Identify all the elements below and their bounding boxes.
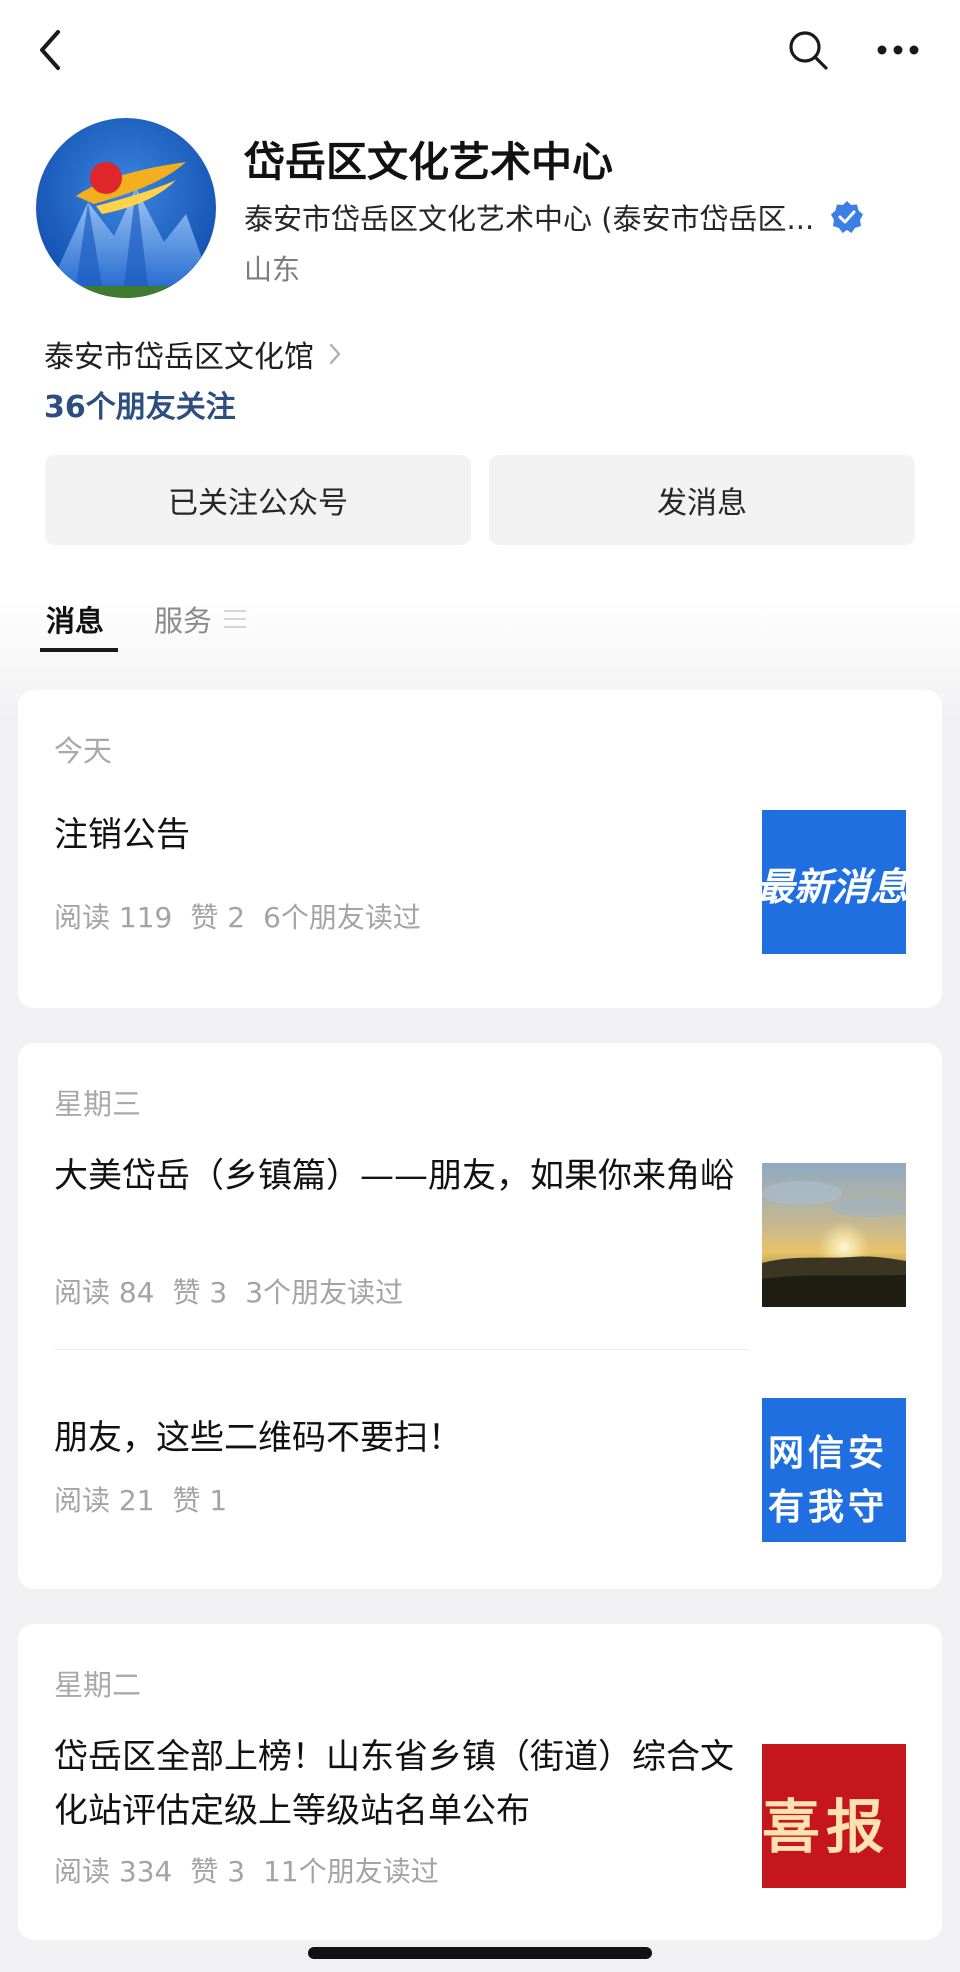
like-count: 赞 3 <box>190 1855 246 1888</box>
logo-sculpture-image <box>36 118 216 298</box>
thumbnail-text-line2: 有我守 <box>768 1487 889 1528</box>
account-region: 山东 <box>244 253 301 286</box>
day-label: 星期二 <box>54 1668 142 1702</box>
organization-link[interactable]: 泰安市岱岳区文化馆 <box>44 332 342 376</box>
like-count: 赞 3 <box>172 1276 228 1309</box>
article-title[interactable]: 岱岳区全部上榜！山东省乡镇（街道）综合文化站评估定级上等级站名单公布 <box>54 1730 754 1838</box>
thumbnail-text-line1: 网信安 <box>768 1433 889 1474</box>
verified-icon <box>831 201 864 233</box>
article-thumbnail[interactable]: 网信安 有我守 <box>762 1398 906 1542</box>
account-full-name-row[interactable]: 泰安市岱岳区文化艺术中心 (泰安市岱岳区... <box>244 196 864 238</box>
read-count: 阅读 84 <box>54 1276 155 1309</box>
menu-icon <box>224 610 247 628</box>
back-icon <box>40 30 60 70</box>
back-button[interactable] <box>24 22 76 78</box>
day-label: 星期三 <box>54 1087 142 1121</box>
avatar[interactable] <box>36 118 216 298</box>
tab-services-label: 服务 <box>154 604 213 638</box>
article-stats: 阅读 84 赞 3 3个朋友读过 <box>54 1271 421 1311</box>
message-group-tuesday: 星期二 岱岳区全部上榜！山东省乡镇（街道）综合文化站评估定级上等级站名单公布 阅… <box>18 1624 942 1940</box>
thumbnail-text: 最新消息 <box>762 865 906 909</box>
divider <box>54 1349 748 1350</box>
sunrise-photo <box>762 1163 906 1307</box>
account-profile-page: 岱岳区文化艺术中心 泰安市岱岳区文化艺术中心 (泰安市岱岳区... 山东 泰安市… <box>0 0 960 1972</box>
account-full-name: 泰安市岱岳区文化艺术中心 (泰安市岱岳区... <box>244 202 815 236</box>
friends-read: 6个朋友读过 <box>263 901 421 934</box>
account-name: 岱岳区文化艺术中心 <box>244 138 613 186</box>
message-group-wednesday: 星期三 大美岱岳（乡镇篇）——朋友，如果你来角峪 阅读 84 赞 3 3个朋友读过 <box>18 1043 942 1589</box>
active-tab-indicator <box>40 648 118 652</box>
message-group-today: 今天 注销公告 阅读 119 赞 2 6个朋友读过 最新消息 <box>18 690 942 1008</box>
send-message-button[interactable]: 发消息 <box>489 455 915 545</box>
followed-account-button[interactable]: 已关注公众号 <box>45 455 471 545</box>
more-icon <box>877 45 919 55</box>
like-count: 赞 1 <box>172 1484 228 1517</box>
read-count: 阅读 21 <box>54 1484 155 1517</box>
friends-read: 11个朋友读过 <box>263 1855 439 1888</box>
friends-following-link[interactable]: 36个朋友关注 <box>44 382 236 426</box>
article-thumbnail[interactable]: 喜报 <box>762 1744 906 1888</box>
like-count: 赞 2 <box>190 901 246 934</box>
article-stats: 阅读 21 赞 1 <box>54 1479 245 1519</box>
chevron-right-icon <box>329 343 341 365</box>
article-thumbnail[interactable] <box>762 1163 906 1307</box>
search-button[interactable] <box>780 22 836 78</box>
article-title[interactable]: 注销公告 <box>54 808 754 862</box>
tab-services[interactable]: 服务 <box>154 598 247 640</box>
read-count: 阅读 334 <box>54 1855 173 1888</box>
more-button[interactable] <box>868 22 928 78</box>
home-indicator[interactable] <box>308 1947 652 1959</box>
day-label: 今天 <box>54 734 113 768</box>
article-stats: 阅读 334 赞 3 11个朋友读过 <box>54 1850 457 1890</box>
article-title[interactable]: 大美岱岳（乡镇篇）——朋友，如果你来角峪 <box>54 1149 754 1203</box>
organization-name: 泰安市岱岳区文化馆 <box>44 340 314 375</box>
article-title[interactable]: 朋友，这些二维码不要扫！ <box>54 1411 754 1465</box>
tab-messages[interactable]: 消息 <box>46 598 104 640</box>
search-icon <box>789 31 828 70</box>
thumbnail-text: 喜报 <box>762 1793 891 1861</box>
read-count: 阅读 119 <box>54 901 173 934</box>
article-thumbnail[interactable]: 最新消息 <box>762 810 906 954</box>
friends-read: 3个朋友读过 <box>245 1276 404 1309</box>
article-stats: 阅读 119 赞 2 6个朋友读过 <box>54 896 439 936</box>
